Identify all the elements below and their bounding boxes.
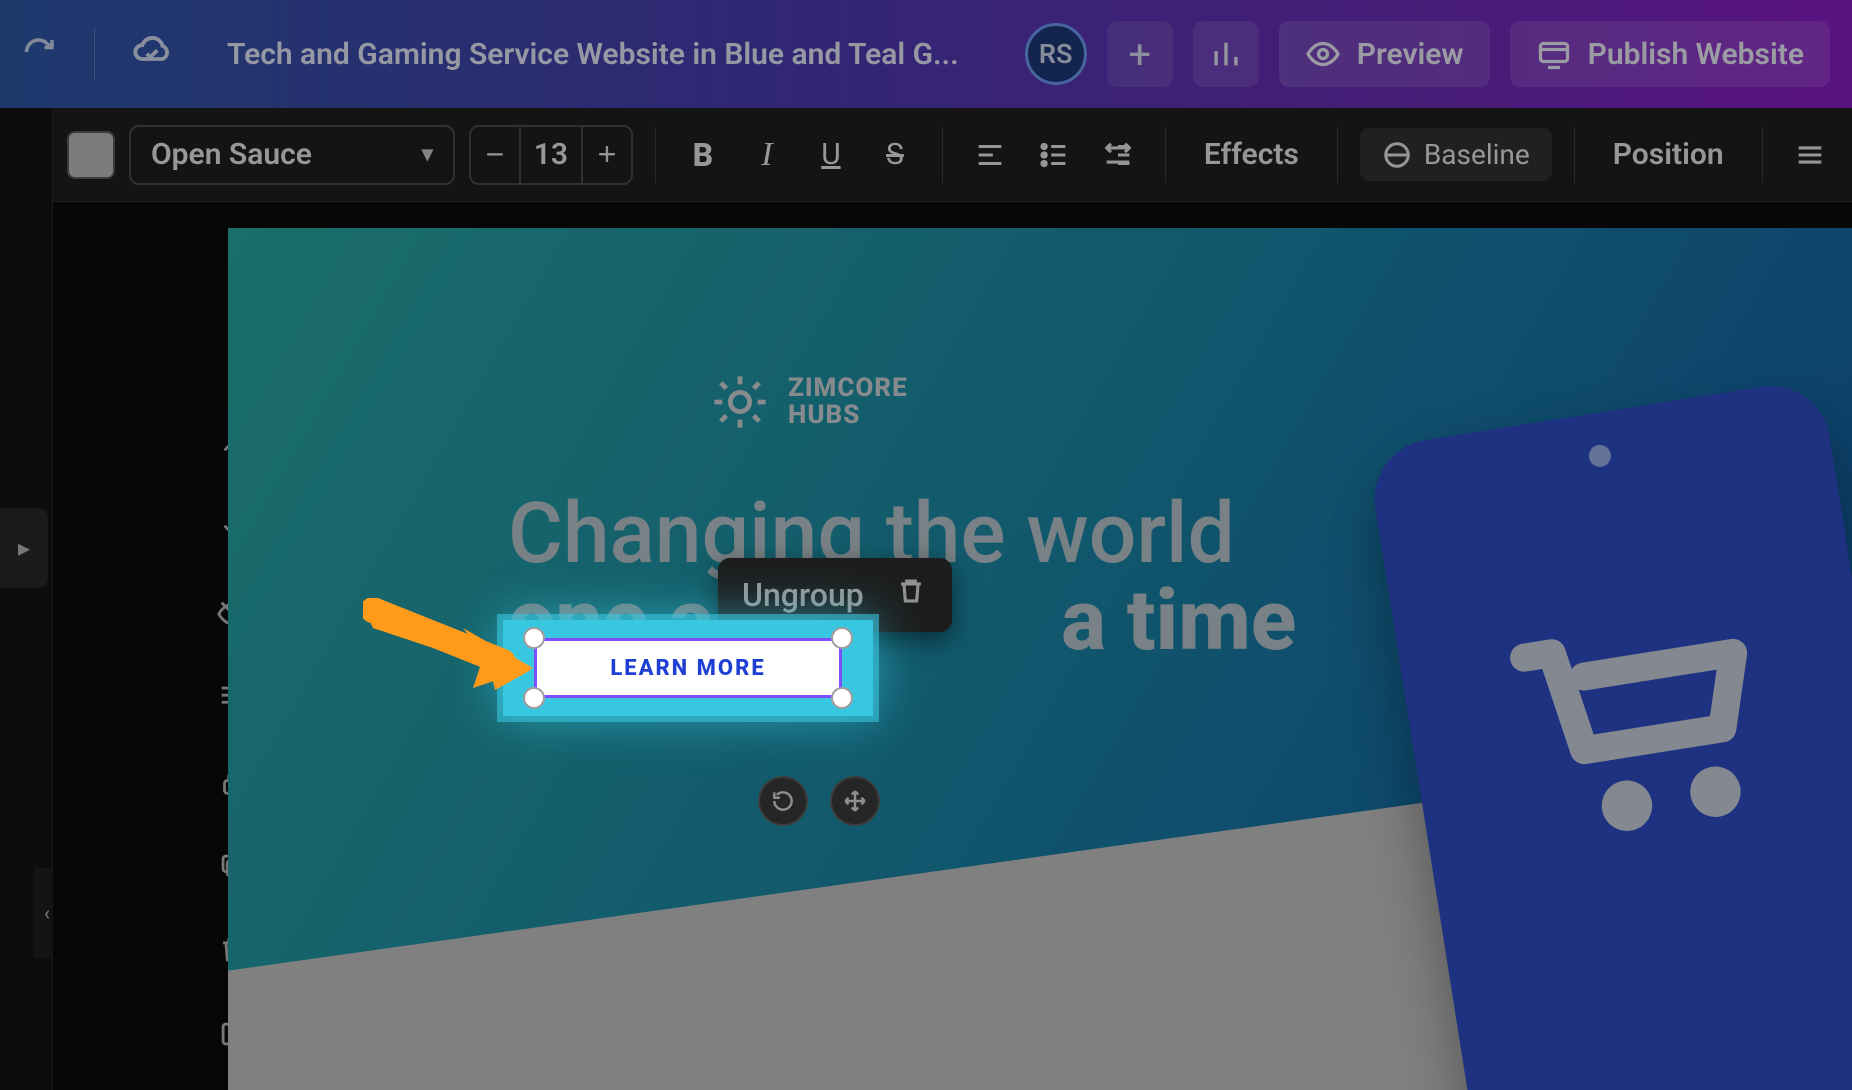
expand-panel-button[interactable]: ▸ [0, 508, 48, 588]
more-options-button[interactable] [1785, 130, 1835, 180]
chevron-down-icon: ▾ [422, 142, 433, 167]
font-size-increase[interactable]: + [583, 127, 631, 183]
divider [1165, 127, 1166, 183]
resize-handle-tl[interactable] [523, 627, 545, 649]
divider [942, 127, 943, 183]
headline-line2-part2: a time [1061, 571, 1296, 670]
document-title[interactable]: Tech and Gaming Service Website in Blue … [227, 37, 959, 72]
transform-handles [758, 776, 880, 826]
phone-camera-dot [1587, 443, 1612, 468]
save-status-icon[interactable] [131, 31, 173, 77]
underline-button[interactable]: U [806, 130, 856, 180]
spacing-button[interactable] [1093, 130, 1143, 180]
phone-content-bars [1513, 1063, 1852, 1090]
text-align-button[interactable] [965, 130, 1015, 180]
effects-button[interactable]: Effects [1188, 127, 1315, 182]
resize-handle-br[interactable] [831, 687, 853, 709]
logo-text-line2: HUBS [788, 402, 908, 429]
divider [1337, 127, 1338, 183]
logo-text-line1: ZIMCORE [788, 375, 908, 402]
redo-button[interactable] [22, 34, 58, 74]
ungroup-menu-item[interactable]: Ungroup [742, 576, 864, 614]
bold-button[interactable]: B [678, 130, 728, 180]
publish-website-button[interactable]: Publish Website [1510, 21, 1830, 87]
divider [1574, 127, 1575, 183]
divider [94, 28, 95, 80]
font-family-select[interactable]: Open Sauce ▾ [129, 125, 455, 185]
text-toolbar: Open Sauce ▾ − 13 + B I U S Effects Base… [53, 108, 1852, 202]
text-color-swatch[interactable] [67, 131, 115, 179]
position-button[interactable]: Position [1597, 127, 1740, 182]
selection-highlight: LEARN MORE [503, 620, 873, 716]
gear-icon [708, 370, 772, 434]
user-avatar[interactable]: RS [1025, 23, 1087, 85]
left-panel-collapsed: ▸ ‹ [0, 108, 53, 1090]
app-header: Tech and Gaming Service Website in Blue … [0, 0, 1852, 108]
design-canvas[interactable]: ZIMCORE HUBS Changing the world one ap x… [228, 228, 1852, 1090]
baseline-label: Baseline [1424, 138, 1530, 171]
rotate-handle[interactable] [758, 776, 808, 826]
learn-more-label: LEARN MORE [610, 656, 765, 681]
font-size-stepper[interactable]: − 13 + [469, 125, 633, 185]
cart-icon [1463, 566, 1823, 893]
publish-label: Publish Website [1588, 37, 1804, 72]
resize-handle-bl[interactable] [523, 687, 545, 709]
site-logo[interactable]: ZIMCORE HUBS [708, 370, 908, 434]
analytics-button[interactable] [1193, 21, 1259, 87]
learn-more-button[interactable]: LEARN MORE [534, 638, 842, 698]
strikethrough-button[interactable]: S [870, 130, 920, 180]
preview-label: Preview [1357, 37, 1464, 72]
move-handle[interactable] [830, 776, 880, 826]
divider [1762, 127, 1763, 183]
divider [655, 127, 656, 183]
font-family-value: Open Sauce [151, 137, 312, 172]
editor-canvas-region: ZIMCORE HUBS Changing the world one ap x… [53, 202, 1852, 1090]
baseline-button[interactable]: Baseline [1360, 128, 1552, 181]
preview-button[interactable]: Preview [1279, 21, 1490, 87]
italic-button[interactable]: I [742, 130, 792, 180]
font-size-value[interactable]: 13 [519, 127, 583, 183]
delete-menu-item[interactable] [894, 574, 928, 616]
resize-handle-tr[interactable] [831, 627, 853, 649]
share-add-button[interactable]: + [1107, 21, 1173, 87]
font-size-decrease[interactable]: − [471, 127, 519, 183]
list-button[interactable] [1029, 130, 1079, 180]
